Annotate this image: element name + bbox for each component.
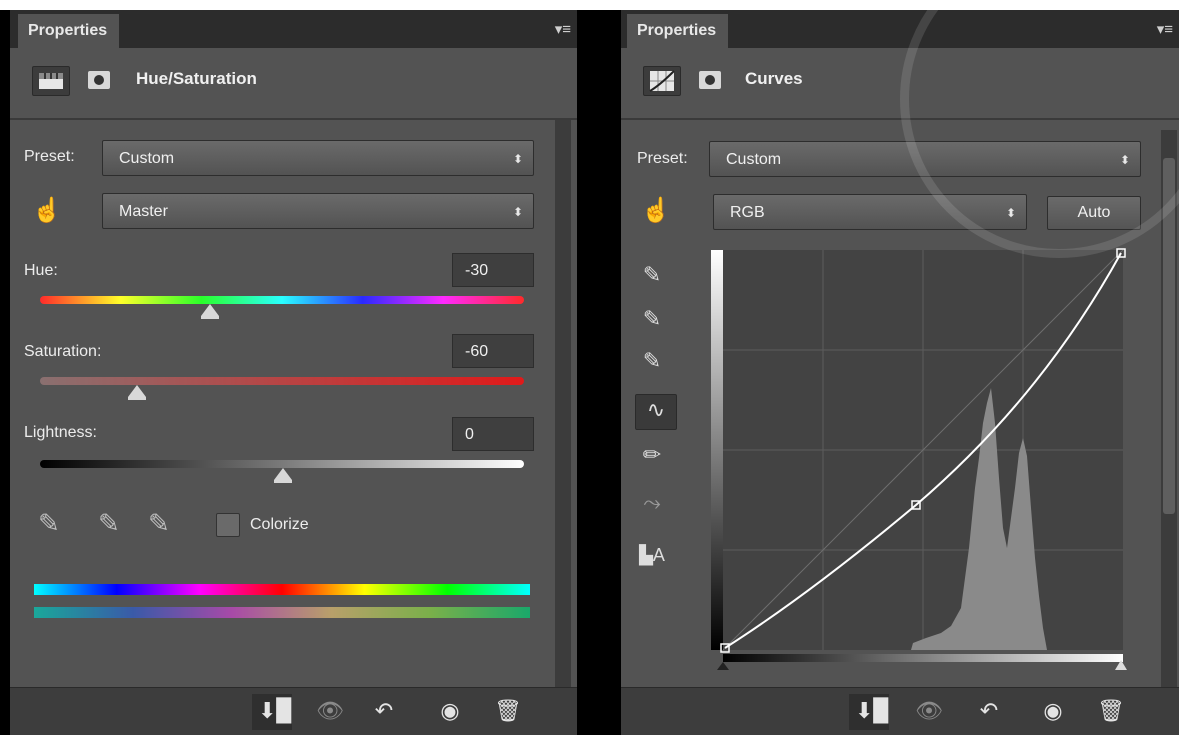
- clip-to-layer-icon[interactable]: ⬇▉: [258, 698, 293, 724]
- channel-value: Master: [119, 203, 168, 220]
- preset-label: Preset:: [24, 148, 75, 165]
- lightness-label: Lightness:: [24, 424, 97, 441]
- hue-slider-track[interactable]: [40, 296, 524, 304]
- target-adjust-icon[interactable]: ☝: [32, 196, 62, 226]
- clipping-warning-icon[interactable]: ▙A: [637, 540, 667, 570]
- hue-slider-thumb[interactable]: [201, 304, 219, 319]
- clip-to-layer-icon[interactable]: ⬇▉: [855, 698, 890, 724]
- saturation-slider-track[interactable]: [40, 377, 524, 385]
- header-divider: [10, 118, 577, 120]
- tab-properties[interactable]: Properties: [627, 14, 729, 48]
- preset-dropdown[interactable]: Custom ⬍: [102, 140, 534, 176]
- bottom-toolbar: ⬇▉ 👁 ↶ ◉ 🗑: [621, 687, 1179, 735]
- panel-title: Hue/Saturation: [136, 69, 257, 88]
- panel-divider: [577, 10, 621, 735]
- color-bar-adjusted: [34, 607, 530, 618]
- preset-value: Custom: [726, 151, 782, 168]
- colorize-checkbox[interactable]: [216, 513, 240, 537]
- gray-point-eyedropper-icon[interactable]: ✎: [637, 304, 667, 334]
- tab-bar: Properties ▾≡: [10, 10, 577, 48]
- hue-label: Hue:: [24, 262, 58, 279]
- preset-label: Preset:: [637, 150, 688, 167]
- hue-saturation-panel: Properties ▾≡ Hue/Saturation Preset: Cus…: [10, 10, 577, 735]
- lightness-input[interactable]: 0: [452, 417, 534, 451]
- view-previous-icon[interactable]: 👁: [915, 698, 943, 724]
- scrollbar[interactable]: [555, 120, 571, 687]
- bottom-toolbar: ⬇▉ 👁 ↶ ◉ 🗑: [10, 687, 577, 735]
- left-border: [0, 10, 10, 735]
- colorize-label: Colorize: [250, 516, 309, 533]
- mask-icon[interactable]: [699, 71, 721, 89]
- eyedropper-add-icon[interactable]: ✎: [98, 508, 120, 539]
- eyedropper-icon[interactable]: ✎: [38, 508, 60, 539]
- black-point-eyedropper-icon[interactable]: ✎: [637, 260, 667, 290]
- channel-value: RGB: [730, 204, 765, 221]
- saturation-slider-thumb[interactable]: [128, 385, 146, 400]
- panel-title: Curves: [745, 69, 803, 88]
- preset-value: Custom: [119, 150, 175, 167]
- pencil-icon[interactable]: ✏: [637, 440, 667, 470]
- saturation-label: Saturation:: [24, 343, 102, 360]
- visibility-eye-icon[interactable]: ◉: [1039, 698, 1067, 724]
- chevron-updown-icon: ⬍: [512, 205, 523, 219]
- adjustment-icon[interactable]: [32, 66, 70, 96]
- mask-icon[interactable]: [88, 71, 110, 89]
- trash-icon[interactable]: 🗑: [494, 698, 522, 724]
- reset-icon[interactable]: ↶: [370, 698, 398, 724]
- panel-header: Hue/Saturation: [10, 48, 577, 118]
- saturation-input[interactable]: -60: [452, 334, 534, 368]
- curve-point-icon[interactable]: ∿: [635, 394, 677, 430]
- target-adjust-icon[interactable]: ☝: [641, 196, 671, 226]
- hue-input[interactable]: -30: [452, 253, 534, 287]
- visibility-eye-icon[interactable]: ◉: [436, 698, 464, 724]
- color-bar-original: [34, 584, 530, 595]
- eyedropper-subtract-icon[interactable]: ✎: [148, 508, 170, 539]
- trash-icon[interactable]: 🗑: [1097, 698, 1125, 724]
- output-gradient: [711, 250, 723, 650]
- black-input-slider[interactable]: [717, 662, 729, 670]
- channel-dropdown[interactable]: Master ⬍: [102, 193, 534, 229]
- view-previous-icon[interactable]: 👁: [316, 698, 344, 724]
- tab-properties[interactable]: Properties: [18, 14, 120, 48]
- lightness-slider-track[interactable]: [40, 460, 524, 468]
- smooth-icon[interactable]: ⤳: [637, 488, 667, 518]
- chevron-updown-icon: ⬍: [512, 152, 523, 166]
- curves-graph[interactable]: [711, 248, 1131, 672]
- adjustment-icon[interactable]: [643, 66, 681, 96]
- white-point-eyedropper-icon[interactable]: ✎: [637, 346, 667, 376]
- input-gradient: [723, 654, 1123, 662]
- reset-icon[interactable]: ↶: [975, 698, 1003, 724]
- panel-menu-icon[interactable]: ▾≡: [555, 20, 571, 38]
- lightness-slider-thumb[interactable]: [274, 468, 292, 483]
